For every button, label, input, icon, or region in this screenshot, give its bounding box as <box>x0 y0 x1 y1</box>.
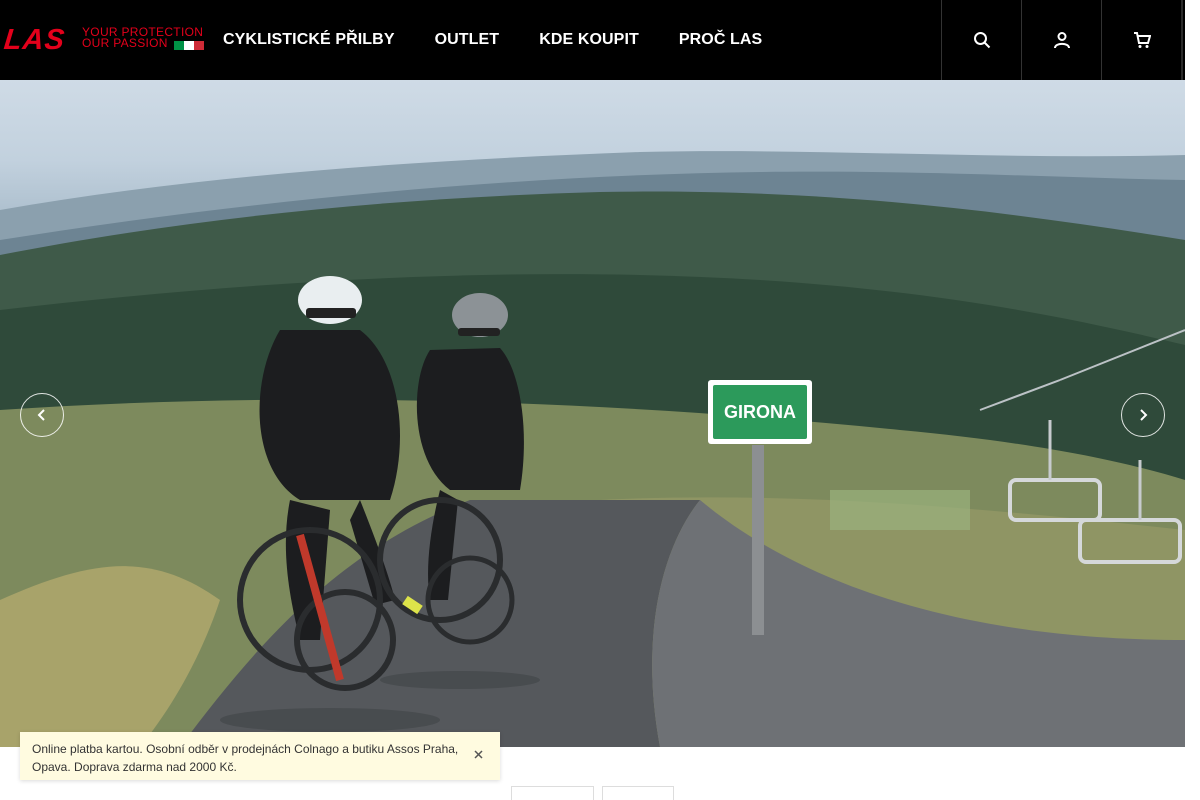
hero-landscape-image: GIRONA <box>0 151 1185 747</box>
notice-text: Online platba kartou. Osobní odběr v pro… <box>32 742 459 774</box>
user-icon <box>1053 32 1070 49</box>
girona-sign-text: GIRONA <box>724 402 796 422</box>
chevron-right-icon <box>1140 409 1148 421</box>
close-icon <box>473 749 483 759</box>
cart-icon <box>1133 32 1151 48</box>
site-header: LAS YOUR PROTECTION OUR PASSION CYKLISTI… <box>0 0 1185 80</box>
las-logo[interactable]: LAS YOUR PROTECTION OUR PASSION <box>2 24 204 56</box>
logo-tagline-line2: OUR PASSION <box>82 36 168 50</box>
header-edge <box>1181 0 1183 80</box>
main-nav: CYKLISTICKÉ PŘILBY OUTLET KDE KOUPIT PRO… <box>203 0 782 80</box>
italian-flag-icon <box>174 41 204 50</box>
account-button[interactable] <box>1021 0 1101 80</box>
logo-wordmark: LAS <box>2 24 67 56</box>
nav-item-helmets[interactable]: CYKLISTICKÉ PŘILBY <box>203 0 415 80</box>
slider-next-button[interactable] <box>1121 393 1165 437</box>
chevron-left-icon <box>37 409 45 421</box>
search-button[interactable] <box>941 0 1021 80</box>
nav-item-outlet[interactable]: OUTLET <box>415 0 520 80</box>
nav-item-why-las[interactable]: PROČ LAS <box>659 0 782 80</box>
nav-item-where-to-buy[interactable]: KDE KOUPIT <box>519 0 659 80</box>
slider-prev-button[interactable] <box>20 393 64 437</box>
bottom-tab-2[interactable] <box>602 786 674 800</box>
cart-button[interactable] <box>1101 0 1181 80</box>
bottom-tab-1[interactable] <box>511 786 594 800</box>
hero-slider[interactable]: GIRONA <box>0 80 1185 747</box>
shipping-notice: Online platba kartou. Osobní odběr v pro… <box>20 732 500 780</box>
search-icon <box>973 32 990 49</box>
notice-close-button[interactable] <box>470 746 486 762</box>
